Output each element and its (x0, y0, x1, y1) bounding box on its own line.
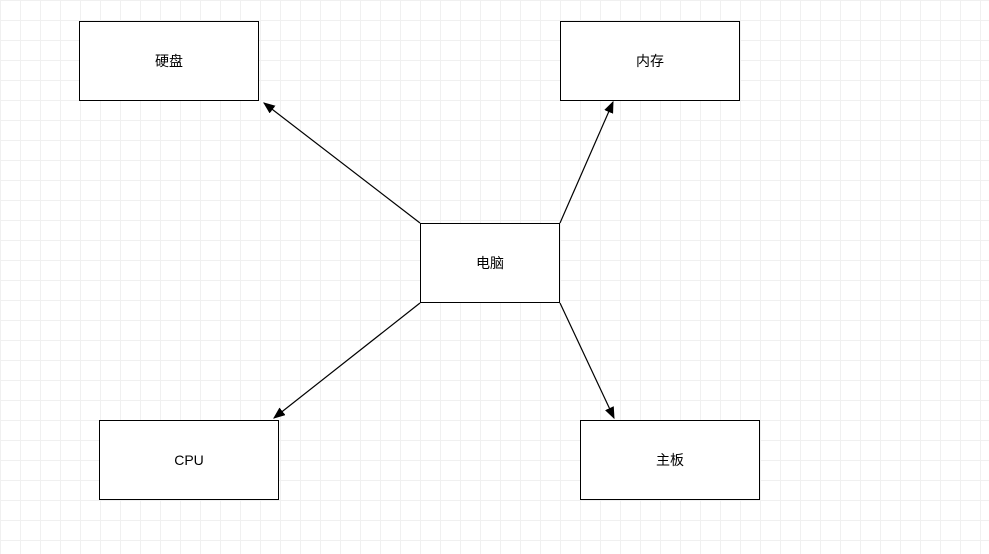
node-hard-disk[interactable]: 硬盘 (79, 21, 259, 101)
node-memory-label: 内存 (636, 51, 664, 71)
node-motherboard-label: 主板 (656, 450, 684, 470)
arrow-to-motherboard (560, 303, 614, 418)
node-motherboard[interactable]: 主板 (580, 420, 760, 500)
center-node[interactable]: 电脑 (420, 223, 560, 303)
node-hard-disk-label: 硬盘 (155, 51, 183, 71)
node-cpu[interactable]: CPU (99, 420, 279, 500)
center-node-label: 电脑 (476, 253, 504, 273)
arrow-to-cpu (274, 303, 420, 418)
node-cpu-label: CPU (174, 452, 204, 468)
arrow-to-memory (560, 102, 613, 223)
arrow-to-hard-disk (264, 103, 420, 223)
node-memory[interactable]: 内存 (560, 21, 740, 101)
